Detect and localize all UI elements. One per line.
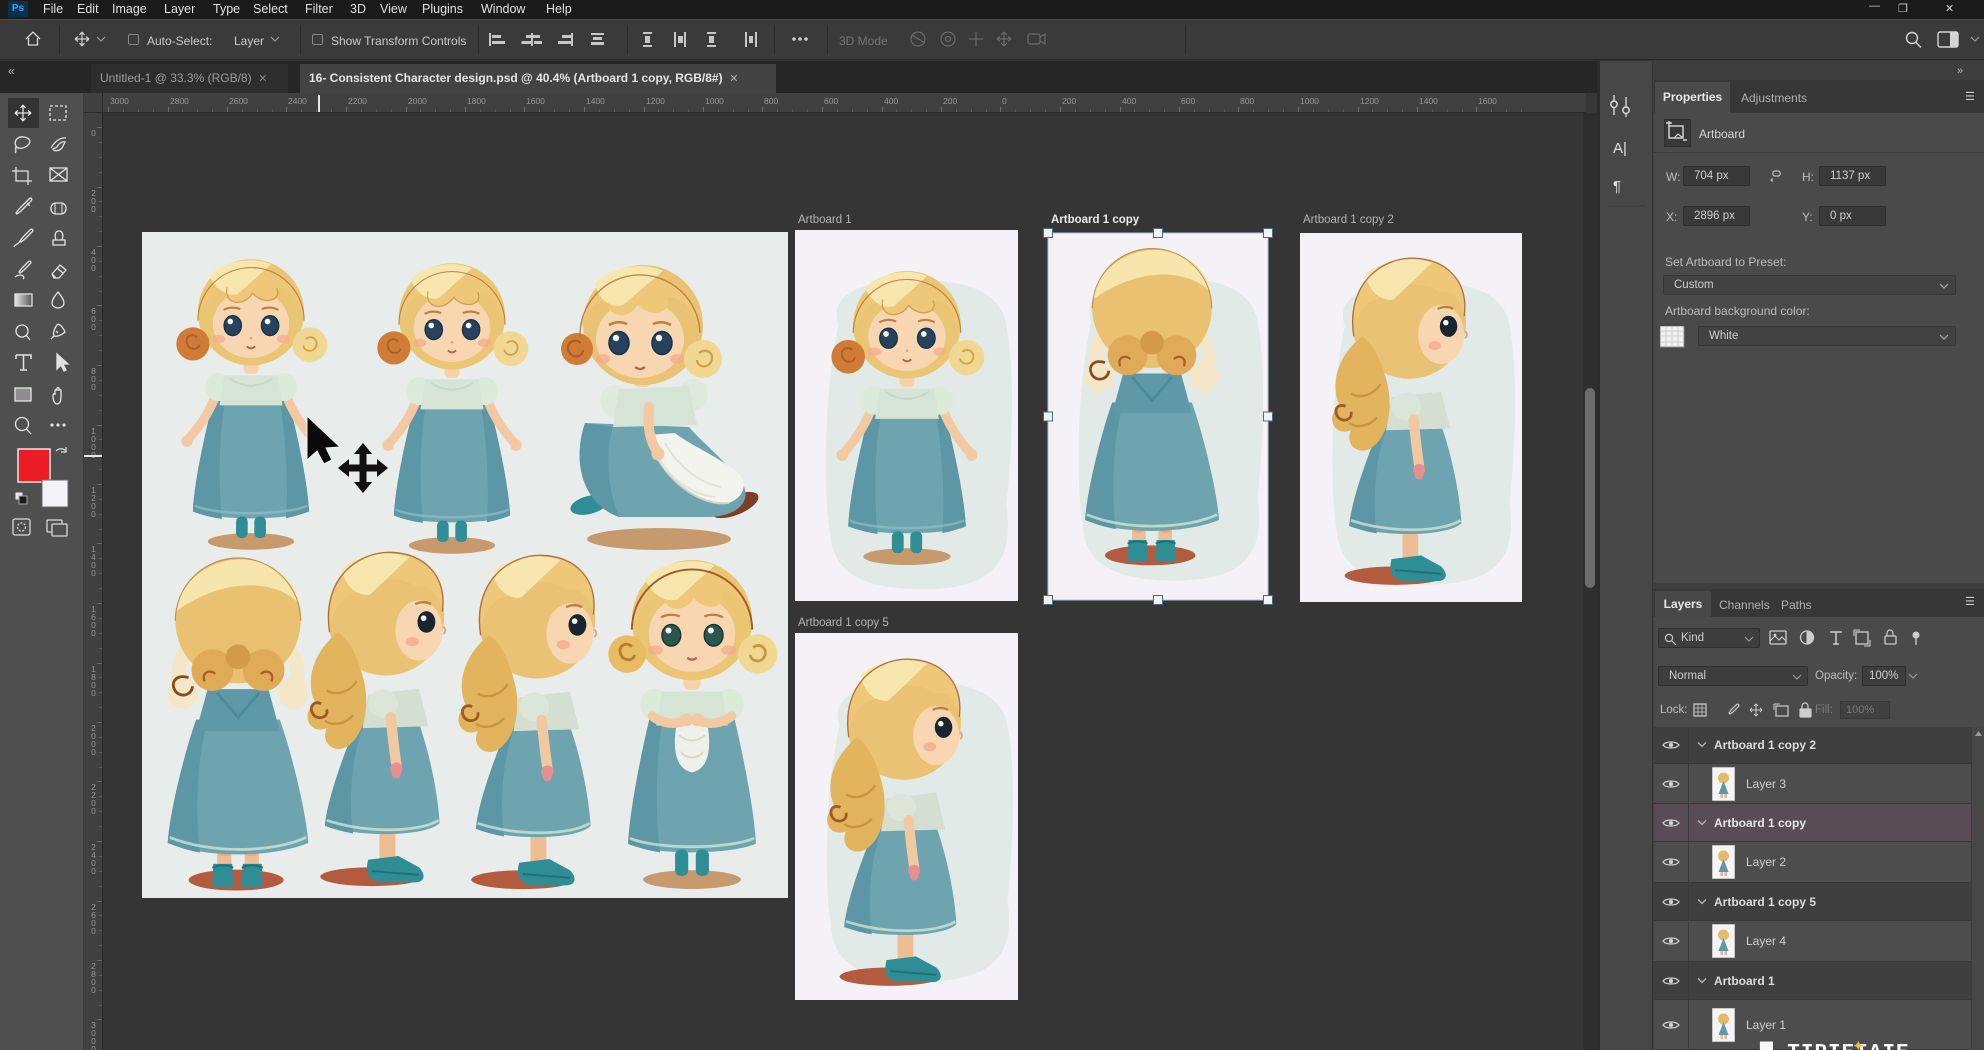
- svg-text:Artboard 1 copy: Artboard 1 copy: [1051, 214, 1140, 226]
- svg-text:Artboard 1: Artboard 1: [798, 214, 852, 226]
- svg-text:Artboard 1 copy 2: Artboard 1 copy 2: [1303, 214, 1394, 226]
- svg-text:Artboard 1 copy 5: Artboard 1 copy 5: [798, 617, 889, 629]
